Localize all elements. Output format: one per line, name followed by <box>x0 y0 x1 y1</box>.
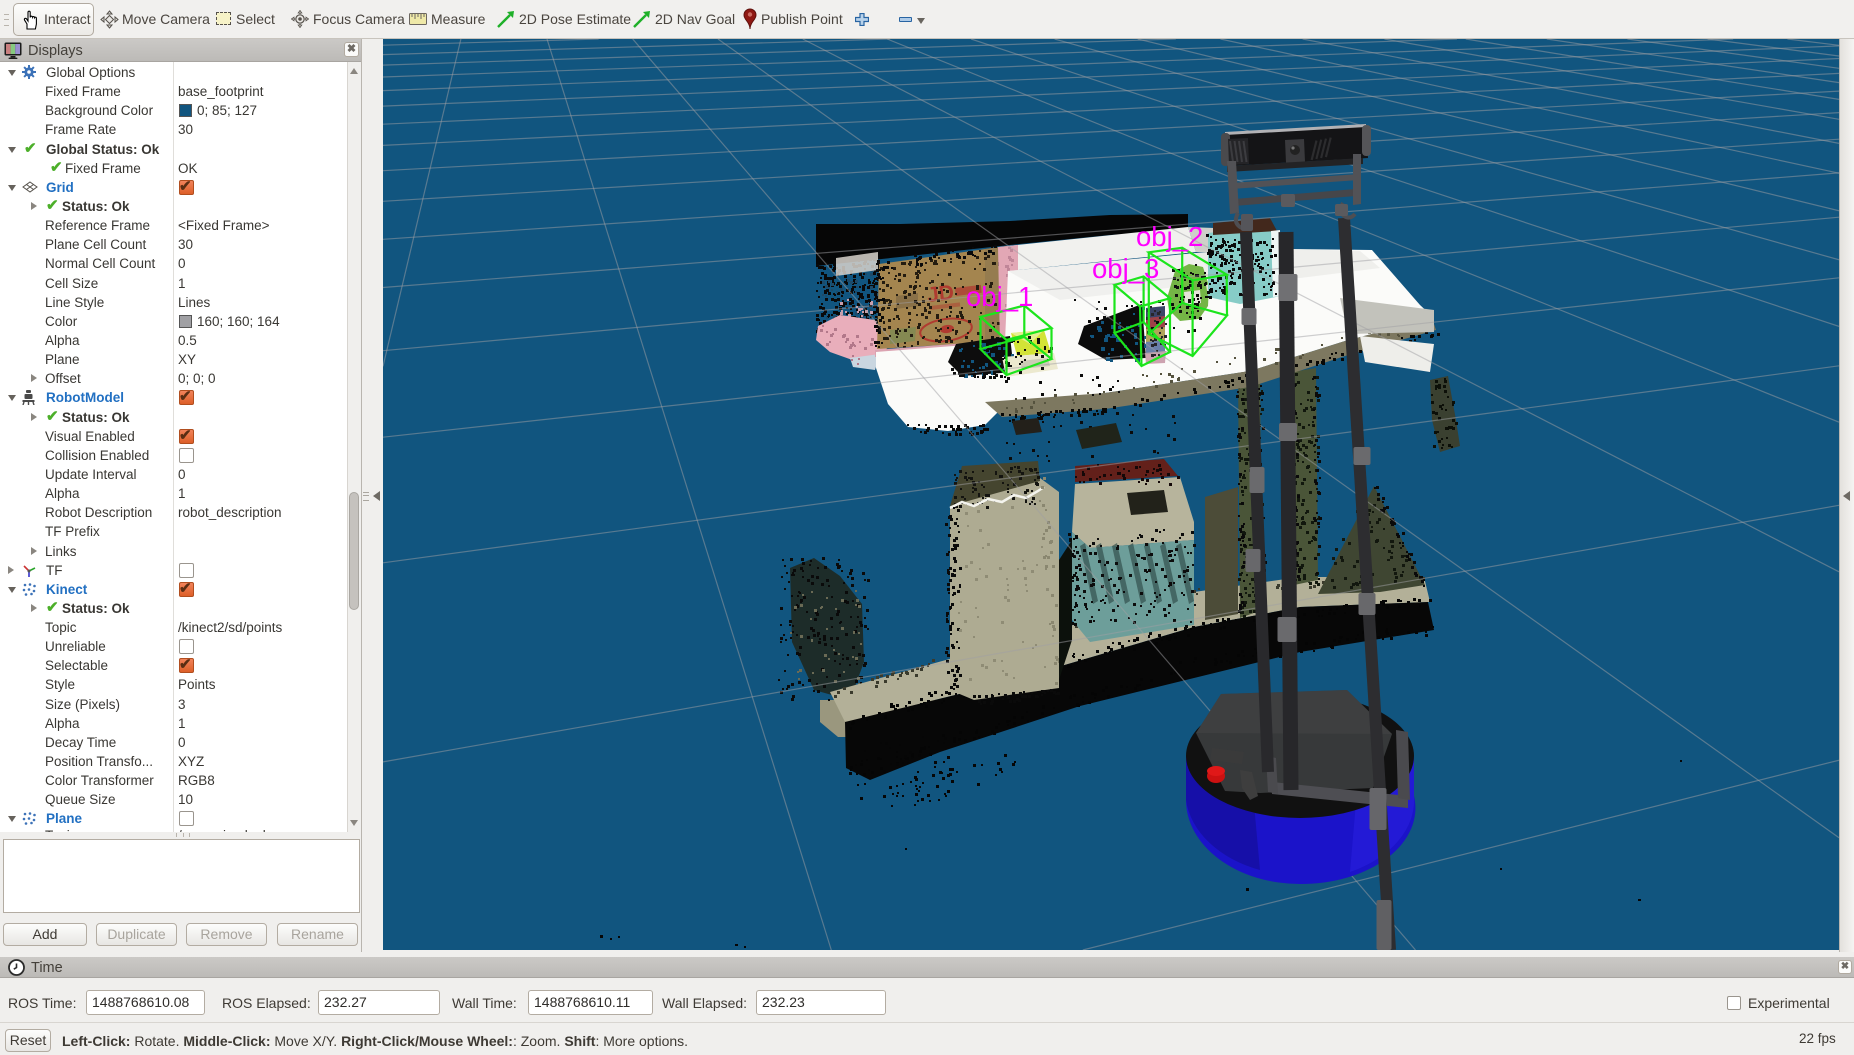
svg-text:obj_1: obj_1 <box>966 281 1033 312</box>
svg-text:obj_3: obj_3 <box>1092 253 1159 284</box>
svg-text:obj_2: obj_2 <box>1136 221 1203 252</box>
